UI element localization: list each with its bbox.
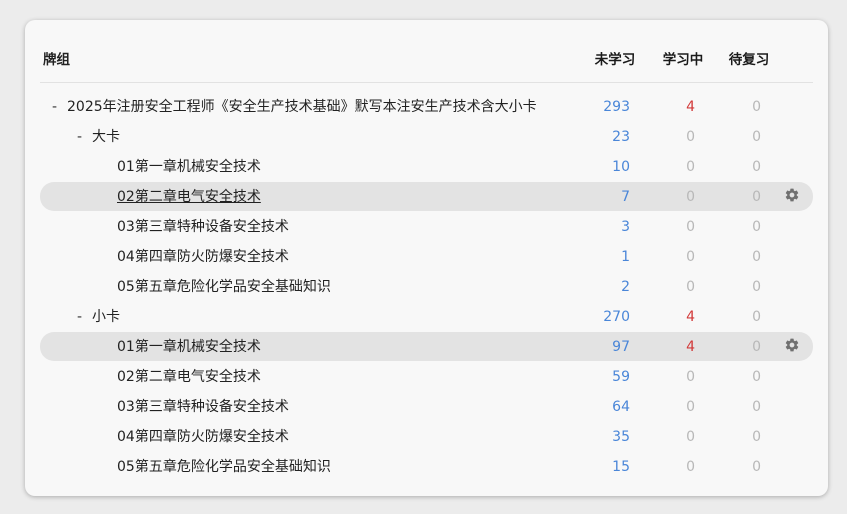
- deck-name-link[interactable]: 大卡: [92, 128, 120, 146]
- new-count: 293: [603, 99, 630, 115]
- deck-row[interactable]: 03第三章特种设备安全技术 3 0 0: [40, 212, 813, 241]
- learning-count: 0: [686, 189, 695, 205]
- deck-row[interactable]: -2025年注册安全工程师《安全生产技术基础》默写本注安生产技术含大小卡 293 4…: [40, 92, 813, 121]
- header-new: 未学习: [594, 52, 636, 68]
- new-count: 35: [612, 429, 630, 445]
- review-count: 0: [752, 369, 761, 385]
- review-count: 0: [752, 279, 761, 295]
- header-learning: 学习中: [662, 52, 704, 68]
- deck-row[interactable]: 04第四章防火防爆安全技术 35 0 0: [40, 422, 813, 451]
- review-count: 0: [752, 189, 761, 205]
- deck-name-link[interactable]: 04第四章防火防爆安全技术: [117, 428, 289, 446]
- deck-name-link[interactable]: 01第一章机械安全技术: [117, 338, 261, 356]
- deck-row[interactable]: 02第二章电气安全技术 7 0 0: [40, 182, 813, 211]
- deck-name-link[interactable]: 2025年注册安全工程师《安全生产技术基础》默写本注安生产技术含大小卡: [67, 98, 537, 116]
- learning-count: 0: [686, 279, 695, 295]
- deck-name-link[interactable]: 01第一章机械安全技术: [117, 158, 261, 176]
- new-count: 2: [621, 279, 630, 295]
- new-count: 23: [612, 129, 630, 145]
- collapse-toggle[interactable]: -: [77, 308, 82, 326]
- deck-name-link[interactable]: 03第三章特种设备安全技术: [117, 398, 289, 416]
- deck-name-link[interactable]: 02第二章电气安全技术: [117, 188, 261, 206]
- deck-row[interactable]: 03第三章特种设备安全技术 64 0 0: [40, 392, 813, 421]
- learning-count: 0: [686, 459, 695, 475]
- deck-row[interactable]: - 小卡 270 4 0: [40, 302, 813, 331]
- review-count: 0: [752, 459, 761, 475]
- new-count: 1: [621, 249, 630, 265]
- learning-count: 0: [686, 429, 695, 445]
- deck-name-link[interactable]: 05第五章危险化学品安全基础知识: [117, 458, 331, 476]
- new-count: 64: [612, 399, 630, 415]
- new-count: 7: [621, 189, 630, 205]
- new-count: 270: [603, 309, 630, 325]
- review-count: 0: [752, 339, 761, 355]
- deck-row[interactable]: 01第一章机械安全技术 10 0 0: [40, 152, 813, 181]
- learning-count: 0: [686, 399, 695, 415]
- learning-count: 4: [686, 99, 695, 115]
- gear-icon[interactable]: [784, 337, 802, 355]
- learning-count: 0: [686, 369, 695, 385]
- deck-row[interactable]: 01第一章机械安全技术 97 4 0: [40, 332, 813, 361]
- review-count: 0: [752, 249, 761, 265]
- new-count: 15: [612, 459, 630, 475]
- deck-row[interactable]: 04第四章防火防爆安全技术 1 0 0: [40, 242, 813, 271]
- new-count: 10: [612, 159, 630, 175]
- learning-count: 4: [686, 309, 695, 325]
- deck-name-link[interactable]: 05第五章危险化学品安全基础知识: [117, 278, 331, 296]
- header-review: 待复习: [728, 52, 770, 68]
- new-count: 59: [612, 369, 630, 385]
- learning-count: 0: [686, 129, 695, 145]
- review-count: 0: [752, 129, 761, 145]
- header-deck: 牌组: [43, 52, 70, 68]
- deck-name-link[interactable]: 03第三章特种设备安全技术: [117, 218, 289, 236]
- deck-row[interactable]: 05第五章危险化学品安全基础知识 15 0 0: [40, 452, 813, 481]
- review-count: 0: [752, 309, 761, 325]
- learning-count: 0: [686, 219, 695, 235]
- review-count: 0: [752, 399, 761, 415]
- deck-row[interactable]: 05第五章危险化学品安全基础知识 2 0 0: [40, 272, 813, 301]
- collapse-toggle[interactable]: -: [77, 128, 82, 146]
- deck-name-link[interactable]: 04第四章防火防爆安全技术: [117, 248, 289, 266]
- review-count: 0: [752, 219, 761, 235]
- new-count: 97: [612, 339, 630, 355]
- collapse-toggle[interactable]: -: [52, 98, 57, 116]
- review-count: 0: [752, 99, 761, 115]
- review-count: 0: [752, 159, 761, 175]
- review-count: 0: [752, 429, 761, 445]
- header-divider: [40, 82, 813, 83]
- gear-icon[interactable]: [784, 187, 802, 205]
- learning-count: 4: [686, 339, 695, 355]
- learning-count: 0: [686, 249, 695, 265]
- deck-row[interactable]: 02第二章电气安全技术 59 0 0: [40, 362, 813, 391]
- deck-list-panel: 牌组 未学习 学习中 待复习 -2025年注册安全工程师《安全生产技术基础》默写…: [25, 20, 828, 496]
- deck-name-link[interactable]: 02第二章电气安全技术: [117, 368, 261, 386]
- learning-count: 0: [686, 159, 695, 175]
- new-count: 3: [621, 219, 630, 235]
- deck-row[interactable]: - 大卡 23 0 0: [40, 122, 813, 151]
- deck-name-link[interactable]: 小卡: [92, 308, 120, 326]
